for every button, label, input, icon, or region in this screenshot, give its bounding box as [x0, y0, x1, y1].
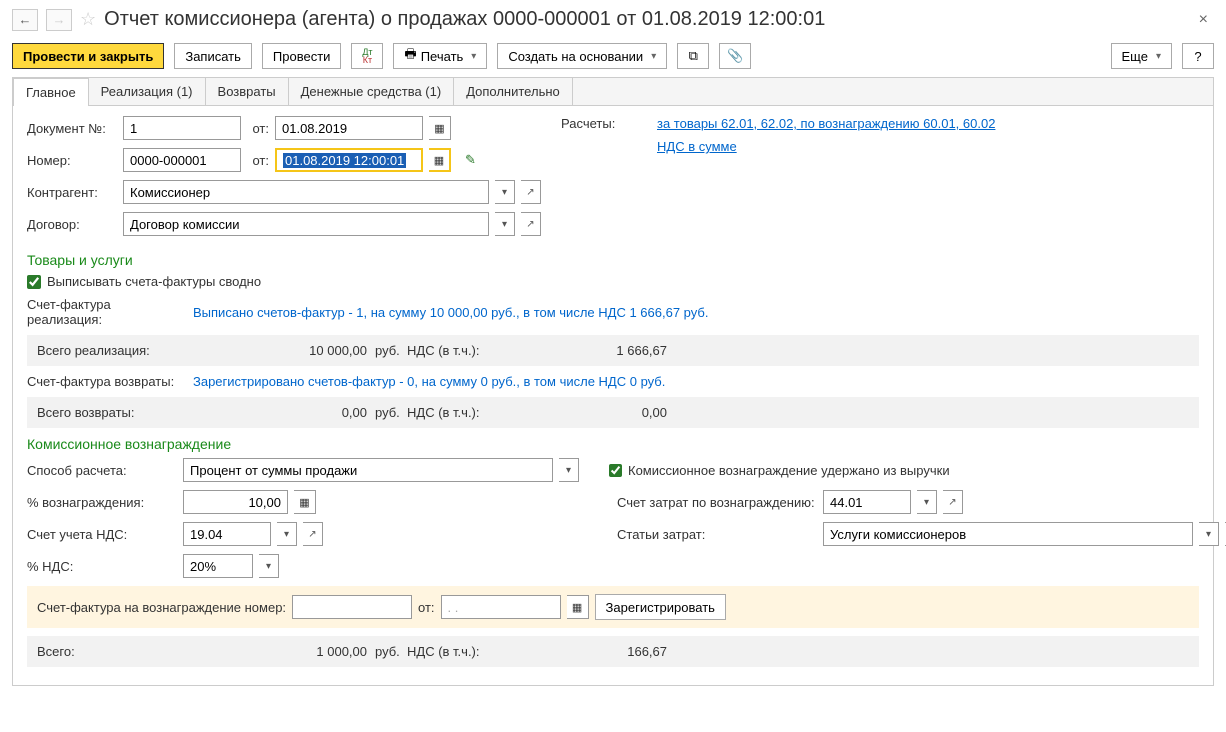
number-date-input[interactable]: 01.08.2019 12:00:01	[275, 148, 423, 172]
open-icon[interactable]: ↗	[521, 212, 541, 236]
doc-num-label: Документ №:	[27, 121, 117, 136]
print-icon: 🖶	[404, 45, 416, 67]
nav-back-button[interactable]: ←	[12, 9, 38, 31]
from-label-2: от:	[247, 153, 269, 168]
sf-commission-date-input[interactable]	[441, 595, 561, 619]
pct-label: % вознаграждения:	[27, 495, 177, 510]
print-button[interactable]: 🖶 Печать	[393, 43, 487, 69]
save-button[interactable]: Записать	[174, 43, 252, 69]
counterparty-label: Контрагент:	[27, 185, 117, 200]
open-icon[interactable]: ↗	[943, 490, 963, 514]
related-docs-button[interactable]: ⧉	[677, 43, 709, 69]
cost-item-input[interactable]	[823, 522, 1193, 546]
method-label: Способ расчета:	[27, 463, 177, 478]
goods-section-title: Товары и услуги	[27, 252, 1199, 268]
edit-icon[interactable]: ✎	[465, 152, 476, 168]
doc-date-input[interactable]	[275, 116, 423, 140]
contract-label: Договор:	[27, 217, 117, 232]
dropdown-icon[interactable]: ▾	[259, 554, 279, 578]
total-sales-label: Всего реализация:	[37, 343, 197, 358]
more-button[interactable]: Еще	[1111, 43, 1172, 69]
number-input[interactable]	[123, 148, 241, 172]
help-button[interactable]: ?	[1182, 43, 1214, 69]
attachment-button[interactable]: 📎	[719, 43, 751, 69]
vat-acc-input[interactable]	[183, 522, 271, 546]
held-from-revenue-checkbox[interactable]	[609, 464, 622, 477]
tab-extra[interactable]: Дополнительно	[453, 77, 573, 105]
cost-item-label: Статьи затрат:	[617, 527, 817, 542]
counterparty-input[interactable]	[123, 180, 489, 204]
total-returns-value: 0,00	[197, 405, 367, 420]
sf-returns-link[interactable]: Зарегистрировано счетов-фактур - 0, на с…	[193, 374, 665, 389]
doc-num-input[interactable]	[123, 116, 241, 140]
vat-pct-input[interactable]	[183, 554, 253, 578]
favorite-icon[interactable]: ☆	[80, 9, 96, 30]
dtkt-button[interactable]: ДтКт	[351, 43, 383, 69]
calc-icon[interactable]: ▦	[294, 490, 316, 514]
dropdown-icon[interactable]: ▾	[917, 490, 937, 514]
sf-commission-number-input[interactable]	[292, 595, 412, 619]
total-sales-value: 10 000,00	[197, 343, 367, 358]
calendar-icon[interactable]: ▦	[567, 595, 589, 619]
dropdown-icon[interactable]: ▾	[559, 458, 579, 482]
method-input[interactable]	[183, 458, 553, 482]
total-returns-vat: 0,00	[497, 405, 667, 420]
nav-forward-button[interactable]: →	[46, 9, 72, 31]
summary-invoices-label: Выписывать счета-фактуры сводно	[47, 274, 261, 289]
tab-main[interactable]: Главное	[13, 78, 89, 106]
tab-returns[interactable]: Возвраты	[205, 77, 289, 105]
commission-section-title: Комиссионное вознаграждение	[27, 436, 1199, 452]
vat-mode-link[interactable]: НДС в сумме	[657, 139, 737, 154]
window-title: Отчет комиссионера (агента) о продажах 0…	[104, 8, 1185, 31]
vat-pct-label: % НДС:	[27, 559, 177, 574]
post-button[interactable]: Провести	[262, 43, 342, 69]
dropdown-icon[interactable]: ▾	[495, 212, 515, 236]
open-icon[interactable]: ↗	[303, 522, 323, 546]
sf-sales-label: Счет-фактура реализация:	[27, 297, 187, 327]
calendar-icon[interactable]: ▦	[429, 148, 451, 172]
from-label-1: от:	[247, 121, 269, 136]
create-based-button[interactable]: Создать на основании	[497, 43, 667, 69]
calc-label: Расчеты:	[561, 116, 651, 131]
number-label: Номер:	[27, 153, 117, 168]
cost-acc-input[interactable]	[823, 490, 911, 514]
dropdown-icon[interactable]: ▾	[277, 522, 297, 546]
grand-total-label: Всего:	[37, 644, 197, 659]
summary-invoices-checkbox[interactable]	[27, 275, 41, 289]
dropdown-icon[interactable]: ▾	[1199, 522, 1219, 546]
sf-returns-label: Счет-фактура возвраты:	[27, 374, 187, 389]
cost-acc-label: Счет затрат по вознаграждению:	[617, 495, 817, 510]
post-and-close-button[interactable]: Провести и закрыть	[12, 43, 164, 69]
register-button[interactable]: Зарегистрировать	[595, 594, 726, 620]
vat-acc-label: Счет учета НДС:	[27, 527, 177, 542]
pct-input[interactable]	[183, 490, 288, 514]
tab-cash[interactable]: Денежные средства (1)	[288, 77, 455, 105]
total-sales-vat: 1 666,67	[497, 343, 667, 358]
tab-sales[interactable]: Реализация (1)	[88, 77, 206, 105]
dropdown-icon[interactable]: ▾	[495, 180, 515, 204]
calc-link[interactable]: за товары 62.01, 62.02, по вознаграждени…	[657, 116, 995, 131]
grand-total-vat: 166,67	[497, 644, 667, 659]
contract-input[interactable]	[123, 212, 489, 236]
sf-commission-label: Счет-фактура на вознаграждение номер:	[37, 600, 286, 615]
close-icon[interactable]: ×	[1193, 11, 1214, 29]
sf-sales-link[interactable]: Выписано счетов-фактур - 1, на сумму 10 …	[193, 305, 708, 320]
open-icon[interactable]: ↗	[521, 180, 541, 204]
calendar-icon[interactable]: ▦	[429, 116, 451, 140]
paperclip-icon: 📎	[727, 48, 743, 64]
grand-total-value: 1 000,00	[197, 644, 367, 659]
total-returns-label: Всего возвраты:	[37, 405, 197, 420]
held-from-revenue-label: Комиссионное вознаграждение удержано из …	[628, 463, 950, 478]
